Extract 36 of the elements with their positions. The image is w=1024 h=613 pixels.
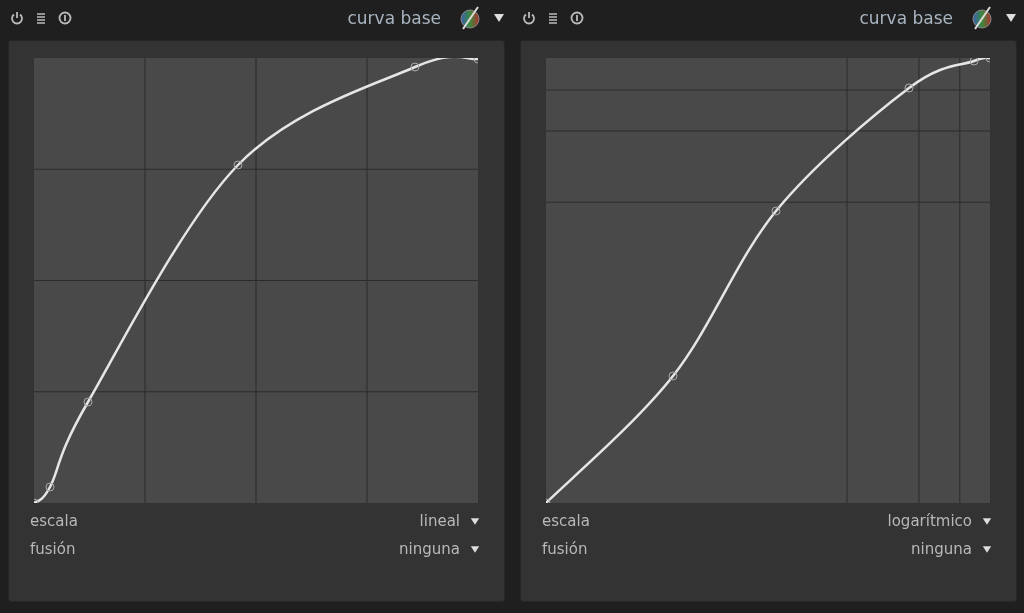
setting-dropdown[interactable]: ninguna [911, 540, 972, 558]
caret-icon[interactable] [982, 544, 992, 554]
setting-dropdown[interactable]: lineal [419, 512, 460, 530]
curve-node[interactable] [83, 397, 93, 407]
dropdown-caret-icon[interactable] [1005, 13, 1017, 23]
setting-label: fusión [542, 540, 588, 558]
curve-node[interactable] [771, 206, 781, 216]
module-title: curva base [347, 8, 441, 28]
reset-icon[interactable] [570, 11, 584, 25]
module-title: curva base [859, 8, 953, 28]
color-picker-icon[interactable] [969, 5, 995, 31]
setting-label: escala [30, 512, 78, 530]
power-icon[interactable] [10, 11, 24, 25]
dropdown-caret-icon[interactable] [493, 13, 505, 23]
menu-icon[interactable] [34, 11, 48, 25]
curve-node[interactable] [473, 58, 478, 64]
curve-node[interactable] [410, 62, 420, 72]
setting-dropdown[interactable]: ninguna [399, 540, 460, 558]
curve-node[interactable] [985, 58, 990, 63]
setting-label: escala [542, 512, 590, 530]
reset-icon[interactable] [58, 11, 72, 25]
setting-dropdown[interactable]: logarítmico [887, 512, 972, 530]
power-icon[interactable] [522, 11, 536, 25]
curve-node[interactable] [668, 371, 678, 381]
curve-node[interactable] [233, 160, 243, 170]
color-picker-icon[interactable] [457, 5, 483, 31]
caret-icon[interactable] [982, 516, 992, 526]
curve-node[interactable] [34, 498, 39, 503]
caret-icon[interactable] [470, 544, 480, 554]
curve-node[interactable] [969, 58, 979, 66]
curve-node[interactable] [546, 498, 551, 503]
curve-node[interactable] [45, 482, 55, 492]
menu-icon[interactable] [546, 11, 560, 25]
curve-node[interactable] [904, 83, 914, 93]
setting-label: fusión [30, 540, 76, 558]
caret-icon[interactable] [470, 516, 480, 526]
